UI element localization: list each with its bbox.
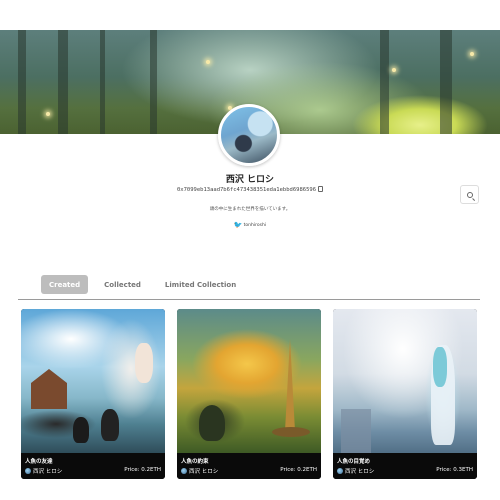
tab-created[interactable]: Created [41,275,89,294]
twitter-icon: 🐦 [233,221,243,229]
art-house [31,369,67,409]
banner-tree [380,30,389,134]
card-price: Price: 0.2ETH [280,467,317,473]
banner-tree [150,30,157,134]
card-title: 人魚の友達 [25,459,53,465]
banner-tree [440,30,452,134]
twitter-link[interactable]: 🐦tonhiroshi [0,221,500,229]
firefly [206,60,210,64]
profile-bio: 頭の中に生まれた世界を描いています。 [209,207,291,212]
card-owner: 西沢 ヒロシ [181,467,218,475]
banner-tree [100,30,105,134]
tab-limited-collection[interactable]: Limited Collection [157,275,244,294]
tabs-divider [18,299,480,300]
card-price: Price: 0.2ETH [124,467,161,473]
price-value: 0.3ETH [453,467,473,473]
art-penguin [73,417,89,443]
price-value: 0.2ETH [141,467,161,473]
nft-card[interactable]: 人魚の目覚め 西沢 ヒロシ Price: 0.3ETH [333,309,477,479]
art-tower [285,339,295,431]
nft-card[interactable]: 人魚の友達 西沢 ヒロシ Price: 0.2ETH [21,309,165,479]
firefly [46,112,50,116]
card-title: 人魚の約束 [181,459,209,465]
owner-name: 西沢 ヒロシ [33,469,63,475]
owner-name: 西沢 ヒロシ [345,469,375,475]
search-icon [466,191,473,198]
profile-avatar [218,104,280,166]
card-price: Price: 0.3ETH [436,467,473,473]
owner-avatar [181,468,187,474]
art-mermaid [135,343,153,383]
copy-icon[interactable] [318,186,324,192]
profile-name: 西沢 ヒロシ [225,175,275,185]
nft-artwork [333,309,477,453]
wallet-address-row: 0x7099eb13aad7b6fc473438351eda1ebbd69865… [0,186,500,193]
owner-avatar [337,468,343,474]
art-hair [433,347,447,387]
art-creature [199,405,225,441]
owner-avatar [25,468,31,474]
card-footer: 人魚の約束 西沢 ヒロシ Price: 0.2ETH [177,453,321,479]
nft-artwork [177,309,321,453]
nft-artwork [21,309,165,453]
firefly [392,68,396,72]
search-button[interactable] [460,185,479,204]
card-owner: 西沢 ヒロシ [25,467,62,475]
card-footer: 人魚の友達 西沢 ヒロシ Price: 0.2ETH [21,453,165,479]
price-label: Price: [280,467,296,473]
tab-collected[interactable]: Collected [96,275,149,294]
banner-tree [18,30,26,134]
art-pews [341,409,371,453]
firefly [470,52,474,56]
price-label: Price: [436,467,452,473]
nft-card[interactable]: 人魚の約束 西沢 ヒロシ Price: 0.2ETH [177,309,321,479]
card-footer: 人魚の目覚め 西沢 ヒロシ Price: 0.3ETH [333,453,477,479]
wallet-address: 0x7099eb13aad7b6fc473438351eda1ebbd69865… [176,187,317,193]
card-owner: 西沢 ヒロシ [337,467,374,475]
art-boat [272,427,310,437]
price-value: 0.2ETH [297,467,317,473]
price-label: Price: [124,467,140,473]
banner-tree [58,30,68,134]
collection-tabs: Created Collected Limited Collection [41,275,252,294]
card-title: 人魚の目覚め [337,459,371,465]
owner-name: 西沢 ヒロシ [189,469,219,475]
twitter-handle: tonhiroshi [243,223,267,228]
art-penguin [101,409,119,441]
